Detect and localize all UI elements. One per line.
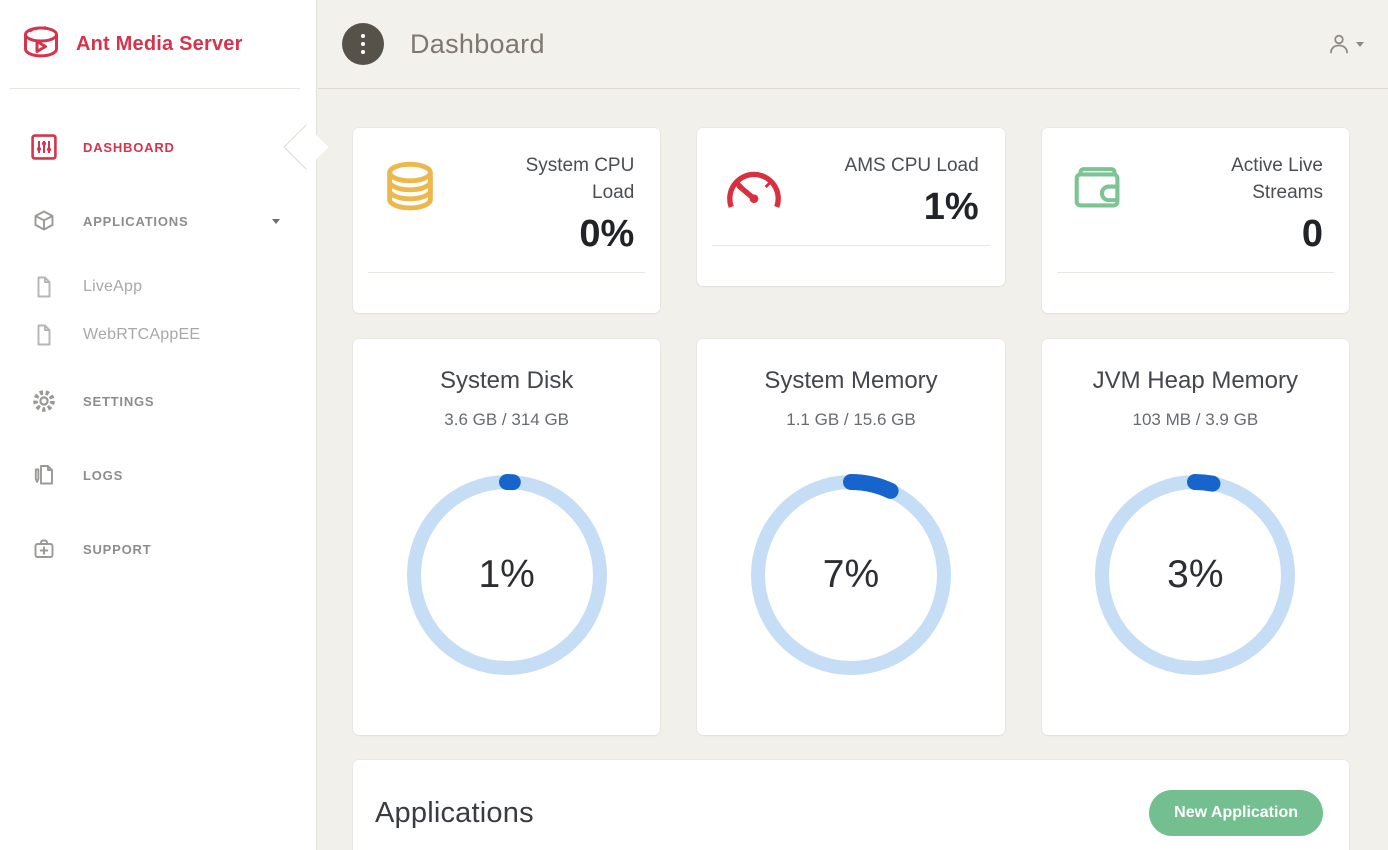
stat-value: 1% bbox=[845, 182, 979, 232]
gauge-subtitle: 103 MB / 3.9 GB bbox=[1042, 410, 1349, 430]
sidebar-item-label: SUPPORT bbox=[83, 542, 151, 557]
support-icon bbox=[30, 535, 58, 563]
user-menu-button[interactable] bbox=[1326, 31, 1364, 57]
stat-label: System CPU Load bbox=[484, 152, 634, 206]
system-disk-gauge: 1% bbox=[402, 470, 612, 680]
stat-card-row: System CPU Load 0% bbox=[353, 128, 1349, 313]
topbar: Dashboard bbox=[318, 0, 1388, 89]
speedometer-icon bbox=[723, 158, 785, 220]
sidebar-item-liveapp[interactable]: LiveApp bbox=[0, 267, 316, 307]
gauge-title: JVM Heap Memory bbox=[1042, 367, 1349, 395]
logs-icon bbox=[30, 461, 58, 489]
gauge-card-jvm-heap-memory: JVM Heap Memory 103 MB / 3.9 GB 3% bbox=[1042, 339, 1349, 735]
stat-card-system-cpu-load: System CPU Load 0% bbox=[353, 128, 660, 313]
dashboard-content: System CPU Load 0% bbox=[318, 89, 1388, 850]
gauge-title: System Disk bbox=[353, 367, 660, 395]
system-memory-gauge: 7% bbox=[746, 470, 956, 680]
ant-media-logo-icon bbox=[18, 22, 64, 68]
sidebar-item-label: LiveApp bbox=[83, 278, 142, 296]
chevron-down-icon bbox=[272, 219, 280, 224]
sliders-icon bbox=[30, 133, 58, 161]
sidebar-item-label: DASHBOARD bbox=[83, 140, 175, 155]
chevron-down-icon bbox=[1356, 42, 1364, 47]
new-application-button[interactable]: New Application bbox=[1149, 790, 1323, 836]
stat-value: 0 bbox=[1173, 209, 1323, 259]
kebab-dot bbox=[361, 50, 366, 55]
applications-panel: Applications New Application bbox=[353, 760, 1349, 850]
sidebar: Ant Media Server DASHBOARD bbox=[0, 0, 317, 850]
sidebar-item-label: LOGS bbox=[83, 468, 123, 483]
file-icon bbox=[30, 273, 58, 301]
app-root: Ant Media Server DASHBOARD bbox=[0, 0, 1388, 850]
jvm-heap-memory-gauge: 3% bbox=[1090, 470, 1300, 680]
gauge-percent: 7% bbox=[746, 470, 956, 680]
sidebar-item-label: SETTINGS bbox=[83, 394, 154, 409]
gear-icon bbox=[30, 387, 58, 415]
wallet-icon bbox=[1068, 158, 1130, 220]
sidebar-item-applications[interactable]: APPLICATIONS bbox=[0, 201, 316, 241]
stat-label: Active Live Streams bbox=[1173, 152, 1323, 206]
gauge-percent: 1% bbox=[402, 470, 612, 680]
sidebar-item-webrtcappee[interactable]: WebRTCAppEE bbox=[0, 315, 316, 355]
gauge-card-system-memory: System Memory 1.1 GB / 15.6 GB 7% bbox=[697, 339, 1004, 735]
stat-card-active-live-streams: Active Live Streams 0 bbox=[1042, 128, 1349, 313]
database-icon bbox=[379, 158, 441, 220]
sidebar-item-support[interactable]: SUPPORT bbox=[0, 529, 316, 569]
gauge-subtitle: 3.6 GB / 314 GB bbox=[353, 410, 660, 430]
brand[interactable]: Ant Media Server bbox=[0, 0, 316, 89]
page-title: Dashboard bbox=[410, 29, 545, 60]
stat-card-ams-cpu-load: AMS CPU Load 1% bbox=[697, 128, 1004, 286]
sidebar-item-label: WebRTCAppEE bbox=[83, 326, 200, 344]
box-icon bbox=[30, 207, 58, 235]
file-icon bbox=[30, 321, 58, 349]
sidebar-item-dashboard[interactable]: DASHBOARD bbox=[0, 127, 316, 167]
gauge-card-row: System Disk 3.6 GB / 314 GB 1% System Me… bbox=[353, 339, 1349, 735]
sidebar-nav: DASHBOARD APPLICATIONS bbox=[0, 89, 316, 569]
gauge-title: System Memory bbox=[697, 367, 1004, 395]
menu-kebab-button[interactable] bbox=[342, 23, 384, 65]
main-area: Dashboard bbox=[318, 0, 1388, 850]
sidebar-item-logs[interactable]: LOGS bbox=[0, 455, 316, 495]
gauge-percent: 3% bbox=[1090, 470, 1300, 680]
gauge-subtitle: 1.1 GB / 15.6 GB bbox=[697, 410, 1004, 430]
sidebar-item-label: APPLICATIONS bbox=[83, 214, 188, 229]
brand-name: Ant Media Server bbox=[76, 33, 243, 56]
stat-value: 0% bbox=[484, 209, 634, 259]
sidebar-item-settings[interactable]: SETTINGS bbox=[0, 381, 316, 421]
kebab-dot bbox=[361, 42, 366, 47]
gauge-card-system-disk: System Disk 3.6 GB / 314 GB 1% bbox=[353, 339, 660, 735]
applications-title: Applications bbox=[375, 797, 534, 830]
kebab-dot bbox=[361, 34, 366, 39]
user-icon bbox=[1326, 31, 1352, 57]
stat-label: AMS CPU Load bbox=[845, 152, 979, 179]
